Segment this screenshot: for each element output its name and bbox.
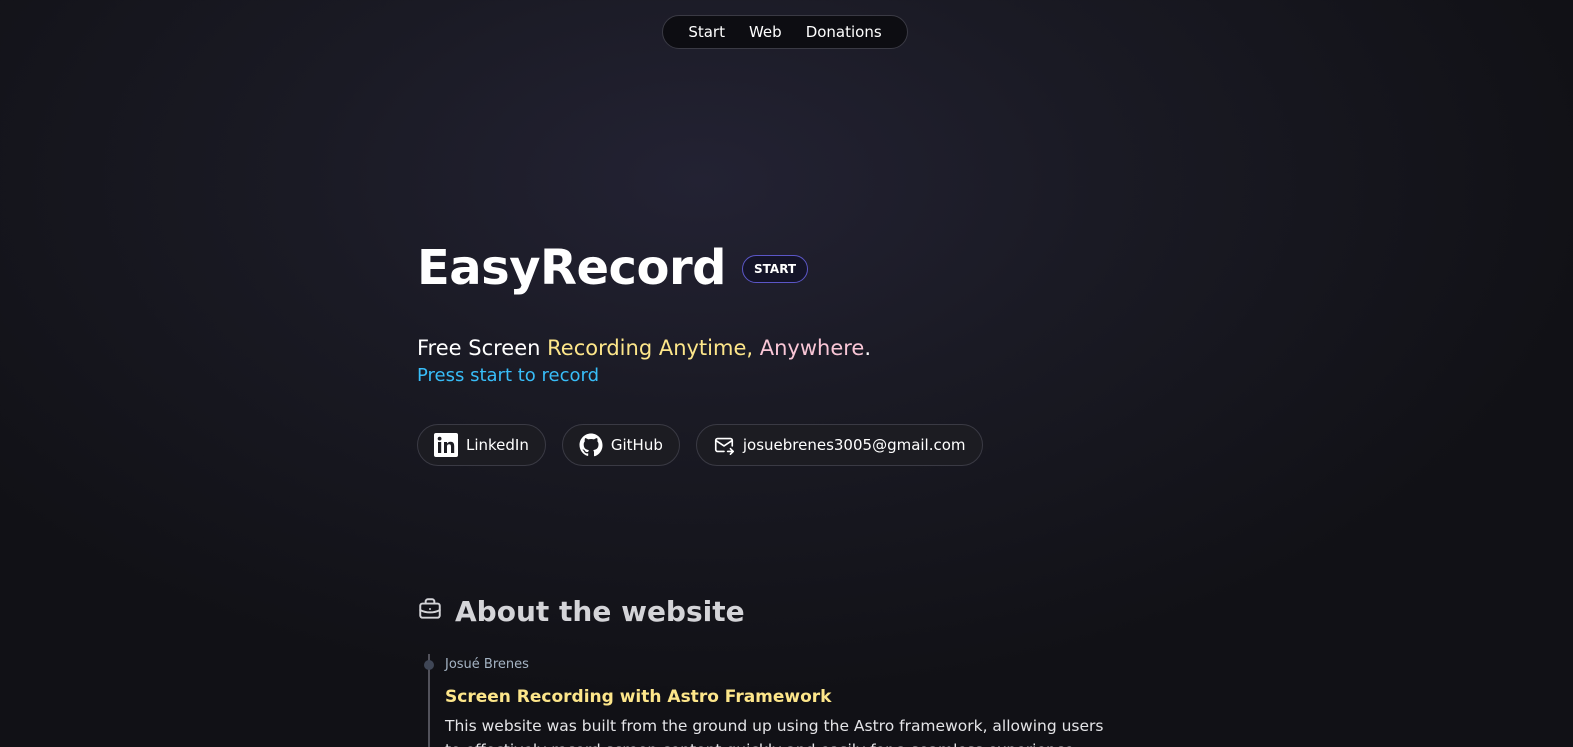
hero-section: EasyRecord START Free Screen Recording A… — [417, 236, 1137, 466]
post-author: Josué Brenes — [445, 657, 529, 672]
post-text: This website was built from the ground u… — [445, 717, 1104, 747]
subtitle-highlight-recording: Recording Anytime, — [547, 336, 754, 360]
top-nav: Start Web Donations — [662, 15, 908, 49]
nav-item-web[interactable]: Web — [749, 23, 782, 41]
github-label: GitHub — [610, 436, 663, 454]
about-title: About the website — [455, 594, 745, 628]
timeline-dot — [424, 660, 434, 670]
subtitle-suffix: . — [864, 336, 872, 360]
mail-icon — [713, 434, 735, 456]
email-label: josuebrenes3005@gmail.com — [742, 436, 966, 454]
page-title: EasyRecord — [417, 240, 727, 296]
subtitle-highlight-anywhere: Anywhere — [759, 336, 865, 360]
about-header: About the website — [417, 590, 1137, 632]
about-section: About the website Josué Brenes Screen Re… — [417, 590, 1137, 747]
post-title: Screen Recording with Astro Framework — [445, 687, 832, 707]
briefcase-icon — [417, 596, 443, 626]
email-link[interactable]: josuebrenes3005@gmail.com — [695, 424, 983, 466]
nav-item-donations[interactable]: Donations — [806, 23, 882, 41]
start-button[interactable]: START — [742, 255, 809, 283]
linkedin-link[interactable]: LinkedIn — [417, 424, 546, 466]
subtitle-space — [753, 336, 760, 360]
nav-item-start[interactable]: Start — [688, 23, 725, 41]
hero-subtitle: Free Screen Recording Anytime, Anywhere. — [417, 334, 871, 362]
title-row: EasyRecord START — [417, 236, 1137, 300]
linkedin-label: LinkedIn — [466, 436, 529, 454]
github-link[interactable]: GitHub — [561, 424, 680, 466]
social-links: LinkedIn GitHub josuebrenes3005@gmail.co… — [417, 424, 983, 466]
linkedin-icon — [434, 433, 458, 457]
subtitle-prefix: Free Screen — [417, 336, 548, 360]
github-icon — [579, 433, 603, 457]
press-start-hint: Press start to record — [417, 365, 600, 386]
